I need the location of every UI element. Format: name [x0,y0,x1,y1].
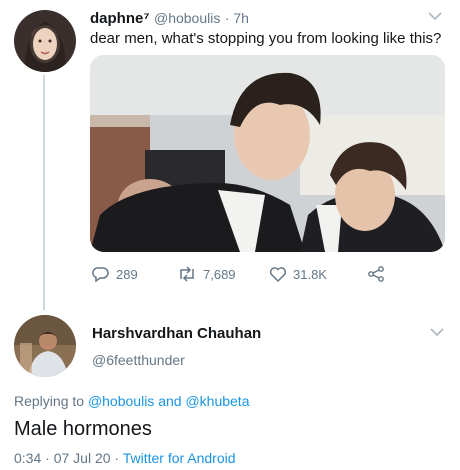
display-name[interactable]: daphne⁷ [90,10,150,27]
reply-icon [92,267,109,283]
tweet1-actions: 289 7,689 31.8K [92,265,385,283]
client-link[interactable]: Twitter for Android [123,450,236,466]
tweet1-header: daphne⁷ @hoboulis · 7h [90,10,249,28]
retweet-count: 7,689 [203,266,236,282]
chevron-down-icon[interactable] [428,8,442,24]
handle[interactable]: @hoboulis [154,10,220,26]
replying-to: Replying to @hoboulis and @khubeta [14,393,250,409]
timestamp[interactable]: · 7h [225,10,249,26]
tweet-text: dear men, what's stopping you from looki… [90,30,442,47]
avatar-daphne[interactable] [14,10,76,72]
handle[interactable]: @6feetthunder [92,352,185,368]
display-name[interactable]: Harshvardhan Chauhan [92,325,261,342]
reply-action[interactable]: 289 [92,265,177,283]
share-icon [368,266,384,282]
replying-prefix: Replying to [14,393,85,409]
tweet-photo[interactable] [90,55,445,252]
tweet-timestamp[interactable]: 0:34 · 07 Jul 20 · [14,450,119,466]
thread-line [43,75,45,310]
mention-link[interactable]: @khubeta [185,393,249,409]
reply-and: and [158,393,182,409]
share-action[interactable] [367,265,385,283]
mention-link[interactable]: @hoboulis [88,393,154,409]
retweet-action[interactable]: 7,689 [177,265,269,283]
avatar-harshvardhan[interactable] [14,315,76,377]
like-action[interactable]: 31.8K [269,266,367,283]
chevron-down-icon[interactable] [430,324,444,340]
heart-icon [269,266,287,282]
like-count: 31.8K [293,266,327,282]
tweet-text: Male hormones [14,418,152,440]
tweet-meta: 0:34 · 07 Jul 20 · Twitter for Android [14,450,236,466]
retweet-icon [180,266,194,282]
reply-count: 289 [116,266,138,282]
